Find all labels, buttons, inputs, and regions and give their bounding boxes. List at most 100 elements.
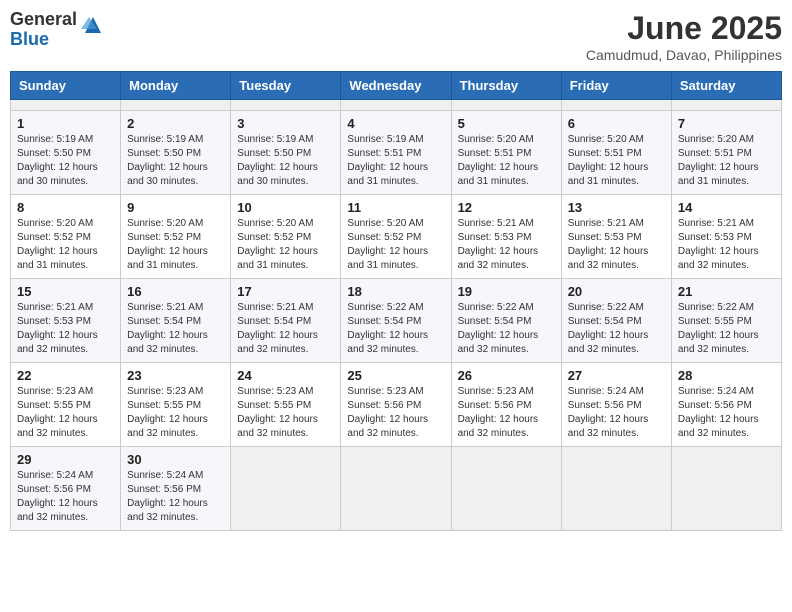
day-info: Sunrise: 5:21 AMSunset: 5:54 PMDaylight:…	[237, 301, 334, 357]
day-info: Sunrise: 5:20 AMSunset: 5:51 PMDaylight:…	[568, 133, 665, 189]
day-number: 9	[127, 200, 224, 215]
calendar-header-monday: Monday	[121, 72, 231, 100]
calendar-cell	[121, 100, 231, 111]
day-info: Sunrise: 5:22 AMSunset: 5:54 PMDaylight:…	[568, 301, 665, 357]
logo: General Blue	[10, 10, 105, 50]
day-number: 3	[237, 116, 334, 131]
day-info: Sunrise: 5:21 AMSunset: 5:53 PMDaylight:…	[458, 217, 555, 273]
calendar-cell: 1Sunrise: 5:19 AMSunset: 5:50 PMDaylight…	[11, 111, 121, 195]
calendar-cell: 8 Sunrise: 5:20 AMSunset: 5:52 PMDaylight…	[11, 195, 121, 279]
calendar-cell	[451, 100, 561, 111]
day-info: Sunrise: 5:22 AMSunset: 5:55 PMDaylight:…	[678, 301, 775, 357]
day-number: 19	[458, 284, 555, 299]
calendar-cell: 17Sunrise: 5:21 AMSunset: 5:54 PMDayligh…	[231, 279, 341, 363]
calendar-table: SundayMondayTuesdayWednesdayThursdayFrid…	[10, 71, 782, 531]
calendar-cell: 13Sunrise: 5:21 AMSunset: 5:53 PMDayligh…	[561, 195, 671, 279]
day-number: 28	[678, 368, 775, 383]
day-info: Sunrise: 5:19 AMSunset: 5:51 PMDaylight:…	[347, 133, 444, 189]
calendar-cell: 24 Sunrise: 5:23 AMSunset: 5:55 PMDayligh…	[231, 363, 341, 447]
calendar-header-sunday: Sunday	[11, 72, 121, 100]
calendar-cell	[341, 100, 451, 111]
calendar-cell: 9Sunrise: 5:20 AMSunset: 5:52 PMDaylight…	[121, 195, 231, 279]
day-number: 20	[568, 284, 665, 299]
day-number: 16	[127, 284, 224, 299]
calendar-cell: 29Sunrise: 5:24 AMSunset: 5:56 PMDayligh…	[11, 447, 121, 531]
day-info: Sunrise: 5:24 AMSunset: 5:56 PMDaylight:…	[568, 385, 665, 441]
day-number: 24	[237, 368, 334, 383]
day-number: 18	[347, 284, 444, 299]
logo-icon	[81, 13, 105, 37]
calendar-cell: 20 Sunrise: 5:22 AMSunset: 5:54 PMDayligh…	[561, 279, 671, 363]
calendar-header-tuesday: Tuesday	[231, 72, 341, 100]
day-number: 6	[568, 116, 665, 131]
calendar-cell: 26Sunrise: 5:23 AMSunset: 5:56 PMDayligh…	[451, 363, 561, 447]
day-number: 1	[17, 116, 114, 131]
day-number: 4	[347, 116, 444, 131]
day-number: 10	[237, 200, 334, 215]
calendar-header-saturday: Saturday	[671, 72, 781, 100]
calendar-cell: 5Sunrise: 5:20 AMSunset: 5:51 PMDaylight…	[451, 111, 561, 195]
day-number: 7	[678, 116, 775, 131]
calendar-header-row: SundayMondayTuesdayWednesdayThursdayFrid…	[11, 72, 782, 100]
calendar-cell	[231, 447, 341, 531]
day-number: 11	[347, 200, 444, 215]
calendar-cell: 3Sunrise: 5:19 AMSunset: 5:50 PMDaylight…	[231, 111, 341, 195]
day-number: 25	[347, 368, 444, 383]
day-info: Sunrise: 5:22 AMSunset: 5:54 PMDaylight:…	[458, 301, 555, 357]
day-info: Sunrise: 5:23 AMSunset: 5:55 PMDaylight:…	[17, 385, 114, 441]
calendar-week-2: 1Sunrise: 5:19 AMSunset: 5:50 PMDaylight…	[11, 111, 782, 195]
page-header: General Blue June 2025 Camudmud, Davao, …	[10, 10, 782, 63]
calendar-cell: 15Sunrise: 5:21 AMSunset: 5:53 PMDayligh…	[11, 279, 121, 363]
calendar-week-3: 8 Sunrise: 5:20 AMSunset: 5:52 PMDaylight…	[11, 195, 782, 279]
day-number: 12	[458, 200, 555, 215]
calendar-cell	[231, 100, 341, 111]
day-number: 14	[678, 200, 775, 215]
calendar-header-wednesday: Wednesday	[341, 72, 451, 100]
calendar-cell: 4 Sunrise: 5:19 AMSunset: 5:51 PMDaylight…	[341, 111, 451, 195]
calendar-cell: 18 Sunrise: 5:22 AMSunset: 5:54 PMDayligh…	[341, 279, 451, 363]
day-info: Sunrise: 5:20 AMSunset: 5:51 PMDaylight:…	[678, 133, 775, 189]
calendar-cell: 19 Sunrise: 5:22 AMSunset: 5:54 PMDayligh…	[451, 279, 561, 363]
calendar-cell: 11 Sunrise: 5:20 AMSunset: 5:52 PMDayligh…	[341, 195, 451, 279]
day-info: Sunrise: 5:20 AMSunset: 5:52 PMDaylight:…	[17, 217, 114, 273]
calendar-cell	[561, 447, 671, 531]
calendar-cell: 14 Sunrise: 5:21 AMSunset: 5:53 PMDayligh…	[671, 195, 781, 279]
day-info: Sunrise: 5:23 AMSunset: 5:56 PMDaylight:…	[347, 385, 444, 441]
location: Camudmud, Davao, Philippines	[586, 47, 782, 63]
day-info: Sunrise: 5:24 AMSunset: 5:56 PMDaylight:…	[17, 469, 114, 525]
calendar-cell: 21 Sunrise: 5:22 AMSunset: 5:55 PMDayligh…	[671, 279, 781, 363]
day-number: 23	[127, 368, 224, 383]
day-info: Sunrise: 5:20 AMSunset: 5:52 PMDaylight:…	[237, 217, 334, 273]
day-number: 26	[458, 368, 555, 383]
calendar-cell	[341, 447, 451, 531]
calendar-header-thursday: Thursday	[451, 72, 561, 100]
day-number: 21	[678, 284, 775, 299]
calendar-cell: 16 Sunrise: 5:21 AMSunset: 5:54 PMDayligh…	[121, 279, 231, 363]
day-info: Sunrise: 5:21 AMSunset: 5:53 PMDaylight:…	[568, 217, 665, 273]
calendar-cell: 28Sunrise: 5:24 AMSunset: 5:56 PMDayligh…	[671, 363, 781, 447]
day-number: 2	[127, 116, 224, 131]
day-number: 30	[127, 452, 224, 467]
day-number: 22	[17, 368, 114, 383]
calendar-cell	[451, 447, 561, 531]
day-info: Sunrise: 5:21 AMSunset: 5:54 PMDaylight:…	[127, 301, 224, 357]
calendar-cell: 25 Sunrise: 5:23 AMSunset: 5:56 PMDayligh…	[341, 363, 451, 447]
day-number: 8	[17, 200, 114, 215]
day-number: 15	[17, 284, 114, 299]
calendar-cell: 12 Sunrise: 5:21 AMSunset: 5:53 PMDayligh…	[451, 195, 561, 279]
day-number: 5	[458, 116, 555, 131]
day-info: Sunrise: 5:24 AMSunset: 5:56 PMDaylight:…	[127, 469, 224, 525]
day-info: Sunrise: 5:20 AMSunset: 5:52 PMDaylight:…	[347, 217, 444, 273]
day-info: Sunrise: 5:21 AMSunset: 5:53 PMDaylight:…	[678, 217, 775, 273]
calendar-week-4: 15Sunrise: 5:21 AMSunset: 5:53 PMDayligh…	[11, 279, 782, 363]
day-info: Sunrise: 5:22 AMSunset: 5:54 PMDaylight:…	[347, 301, 444, 357]
calendar-cell: 7 Sunrise: 5:20 AMSunset: 5:51 PMDaylight…	[671, 111, 781, 195]
calendar-cell	[11, 100, 121, 111]
day-number: 27	[568, 368, 665, 383]
month-title: June 2025	[586, 10, 782, 47]
day-info: Sunrise: 5:23 AMSunset: 5:55 PMDaylight:…	[237, 385, 334, 441]
calendar-cell: 27 Sunrise: 5:24 AMSunset: 5:56 PMDayligh…	[561, 363, 671, 447]
calendar-cell: 10 Sunrise: 5:20 AMSunset: 5:52 PMDayligh…	[231, 195, 341, 279]
calendar-cell: 6 Sunrise: 5:20 AMSunset: 5:51 PMDaylight…	[561, 111, 671, 195]
calendar-cell: 23Sunrise: 5:23 AMSunset: 5:55 PMDayligh…	[121, 363, 231, 447]
